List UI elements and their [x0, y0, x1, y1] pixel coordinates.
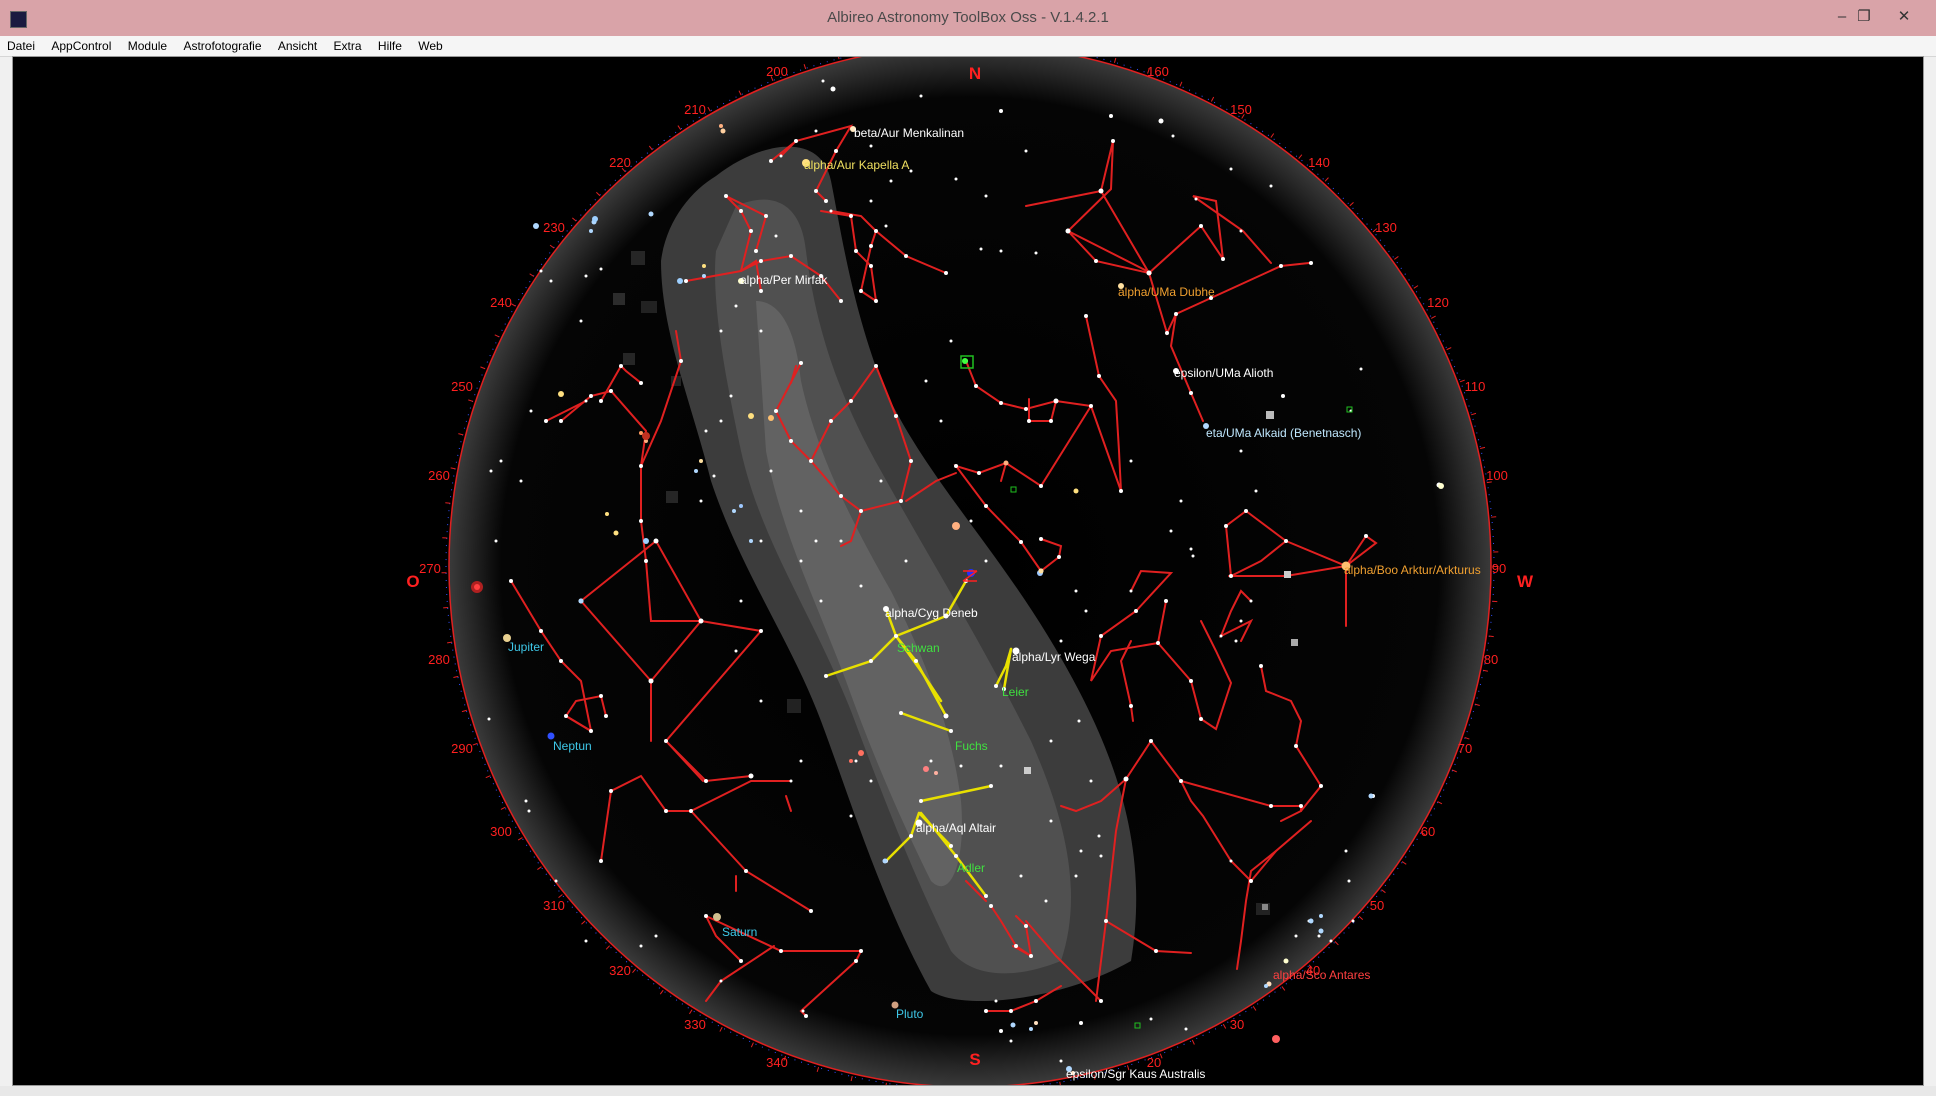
az-label-290: 290 — [451, 741, 473, 756]
label-neptun: Neptun — [553, 739, 592, 753]
label-alioth: epsilon/UMa Alioth — [1174, 366, 1273, 380]
az-label-100: 100 — [1486, 468, 1508, 483]
label-antares: alpha/Sco Antares — [1273, 968, 1370, 982]
az-label-300: 300 — [490, 824, 512, 839]
label-arktur: alpha/Boo Arktur/Arkturus — [1344, 563, 1481, 577]
label-kaus: epsilon/Sgr Kaus Australis — [1066, 1067, 1205, 1081]
label-fuchs: Fuchs — [955, 739, 988, 753]
az-label-260: 260 — [428, 468, 450, 483]
az-label-50: 50 — [1370, 898, 1384, 913]
label-altair: alpha/Aql Altair — [916, 821, 996, 835]
az-label-250: 250 — [451, 379, 473, 394]
cardinal-north: N — [969, 64, 981, 83]
az-label-210: 210 — [684, 102, 706, 117]
maximize-button[interactable]: ❐ — [1850, 6, 1878, 28]
az-label-310: 310 — [543, 898, 565, 913]
menu-web[interactable]: Web — [411, 36, 448, 53]
menu-extra[interactable]: Extra — [327, 36, 368, 53]
az-label-240: 240 — [490, 295, 512, 310]
menu-module[interactable]: Module — [121, 36, 173, 53]
label-mirfak: alpha/Per Mirfak — [740, 273, 828, 287]
az-label-90: 90 — [1492, 561, 1506, 576]
menu-bar: Datei AppControl Module Astrofotografie … — [0, 36, 1936, 57]
saturn-marker — [713, 913, 721, 921]
label-adler: Adler — [957, 861, 985, 875]
close-button[interactable]: ✕ — [1890, 6, 1918, 28]
sky-chart[interactable]: 20 30 40 50 60 70 80 90 100 110 120 130 … — [13, 57, 1923, 1085]
label-kapella: alpha/Aur Kapella A — [804, 158, 909, 172]
cardinal-east: O — [406, 572, 419, 591]
az-label-330: 330 — [684, 1017, 706, 1032]
label-pluto: Pluto — [896, 1007, 924, 1021]
label-menkalinan: beta/Aur Menkalinan — [854, 126, 964, 140]
label-jupiter: Jupiter — [508, 640, 544, 654]
az-label-230: 230 — [543, 220, 565, 235]
label-deneb: alpha/Cyg Deneb — [885, 606, 978, 620]
label-wega: alpha/Lyr Wega — [1012, 650, 1096, 664]
menu-astrofotografie[interactable]: Astrofotografie — [176, 36, 267, 53]
bottom-border — [0, 1086, 1936, 1096]
window-title: Albireo Astronomy ToolBox Oss - V.1.4.2.… — [827, 9, 1109, 26]
az-label-200: 200 — [766, 64, 788, 79]
az-label-110: 110 — [1465, 379, 1486, 394]
az-label-120: 120 — [1427, 295, 1449, 310]
az-label-270: 270 — [419, 561, 441, 576]
az-label-160: 160 — [1147, 64, 1169, 79]
label-dubhe: alpha/UMa Dubhe — [1118, 285, 1215, 299]
az-label-280: 280 — [428, 652, 450, 667]
az-label-130: 130 — [1375, 220, 1397, 235]
az-label-70: 70 — [1458, 741, 1472, 756]
cardinal-south: S — [969, 1050, 980, 1069]
az-label-220: 220 — [609, 155, 631, 170]
az-label-60: 60 — [1421, 824, 1435, 839]
menu-appcontrol[interactable]: AppControl — [44, 36, 117, 53]
label-schwan: Schwan — [897, 641, 940, 655]
menu-hilfe[interactable]: Hilfe — [371, 36, 408, 53]
label-saturn: Saturn — [722, 925, 757, 939]
title-bar: Albireo Astronomy ToolBox Oss - V.1.4.2.… — [0, 0, 1936, 36]
az-label-340: 340 — [766, 1055, 788, 1070]
label-alkaid: eta/UMa Alkaid (Benetnasch) — [1206, 426, 1361, 440]
az-label-150: 150 — [1230, 102, 1252, 117]
menu-ansicht[interactable]: Ansicht — [271, 36, 323, 53]
cardinal-west: W — [1517, 572, 1534, 591]
az-label-30: 30 — [1230, 1017, 1244, 1032]
label-leier: Leier — [1002, 685, 1029, 699]
az-label-140: 140 — [1308, 155, 1330, 170]
az-label-320: 320 — [609, 963, 631, 978]
az-label-80: 80 — [1484, 652, 1498, 667]
sky-chart-view[interactable]: 20 30 40 50 60 70 80 90 100 110 120 130 … — [12, 56, 1924, 1086]
menu-datei[interactable]: Datei — [0, 36, 41, 53]
